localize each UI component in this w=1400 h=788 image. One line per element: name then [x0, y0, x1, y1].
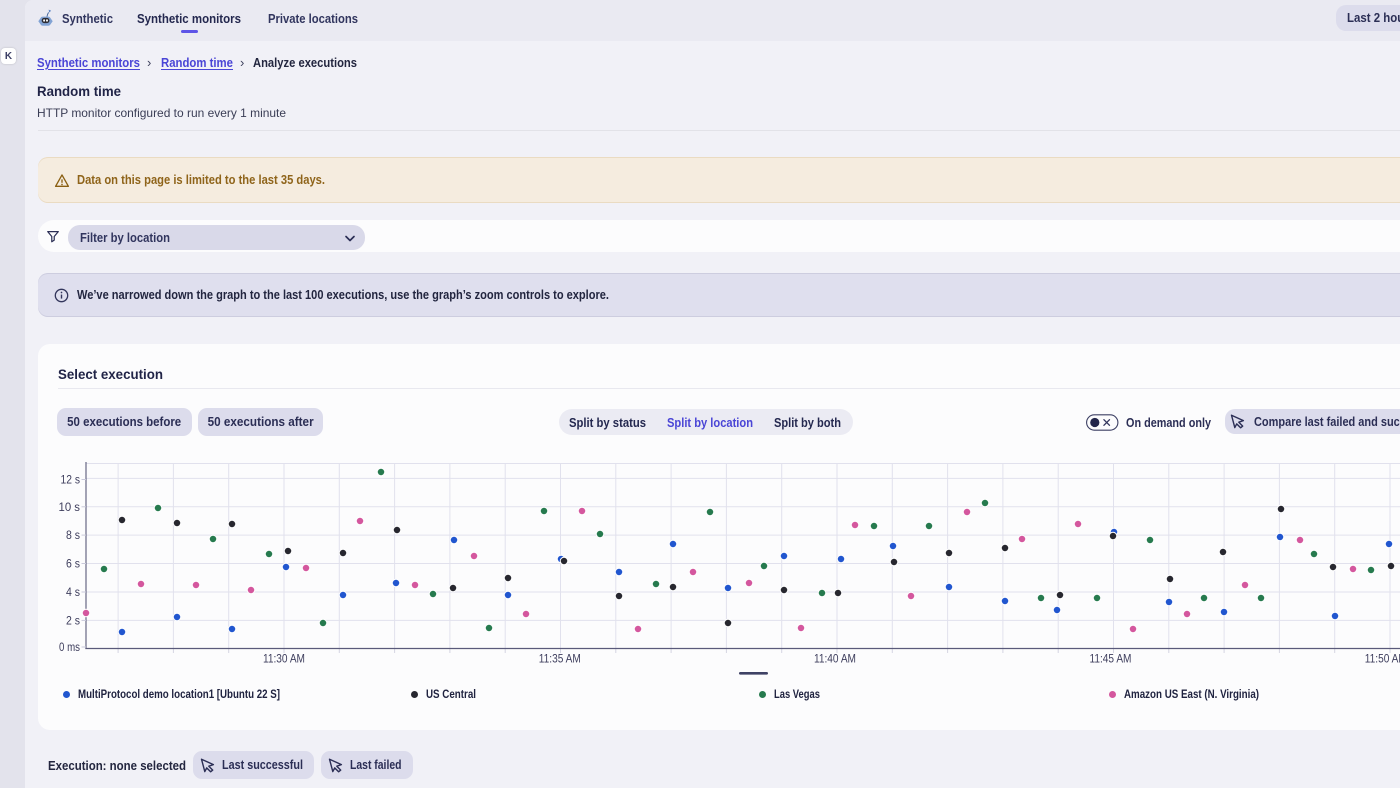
svg-text:11:40 AM: 11:40 AM: [814, 654, 856, 666]
svg-text:2 s: 2 s: [66, 616, 80, 628]
svg-text:11:35 AM: 11:35 AM: [539, 654, 581, 666]
svg-text:11:50 AM: 11:50 AM: [1365, 654, 1400, 666]
svg-text:6 s: 6 s: [66, 559, 80, 571]
svg-text:8 s: 8 s: [66, 530, 80, 542]
svg-text:11:45 AM: 11:45 AM: [1090, 654, 1132, 666]
svg-text:11:30 AM: 11:30 AM: [263, 654, 305, 666]
svg-text:0 ms: 0 ms: [59, 642, 80, 654]
svg-text:4 s: 4 s: [66, 587, 80, 599]
svg-text:10 s: 10 s: [59, 502, 81, 514]
svg-text:12 s: 12 s: [61, 475, 81, 487]
